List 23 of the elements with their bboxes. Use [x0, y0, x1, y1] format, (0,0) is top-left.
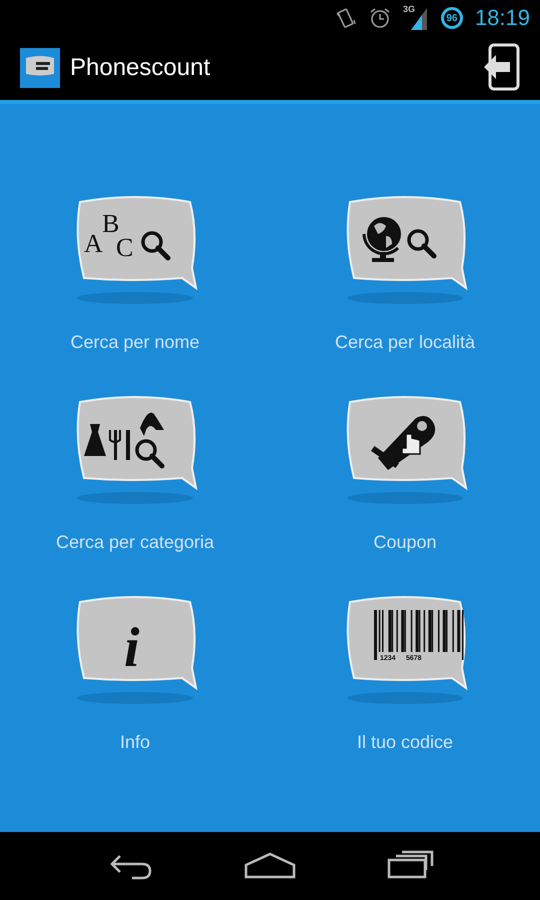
tag-icon — [371, 416, 436, 470]
cutlery-icon — [109, 430, 130, 460]
exit-button[interactable] — [482, 42, 520, 94]
network-type: 3G — [402, 4, 415, 14]
speech-bubble-icon — [76, 396, 197, 489]
speech-bubble-icon — [76, 596, 197, 689]
info-icon: i — [124, 617, 140, 679]
magnifier-icon — [135, 439, 164, 468]
clock: 18:19 — [474, 5, 530, 31]
app-title: Phonescount — [70, 54, 212, 82]
barcode-icon — [374, 610, 464, 660]
dress-icon — [84, 424, 106, 456]
globe-icon — [362, 217, 401, 262]
menu-tile[interactable]: A B C Cerca per nome — [70, 194, 200, 353]
battery-icon: 96 — [440, 7, 463, 29]
alarm-icon — [368, 7, 391, 29]
app-logo-icon — [20, 48, 60, 88]
magnifier-icon — [141, 231, 170, 260]
menu-tile[interactable]: i Info — [70, 594, 200, 753]
magnifier-icon — [407, 229, 436, 258]
vibrate-icon — [334, 7, 357, 29]
icon-letter: A — [84, 229, 103, 258]
speech-bubble-icon — [76, 196, 197, 289]
